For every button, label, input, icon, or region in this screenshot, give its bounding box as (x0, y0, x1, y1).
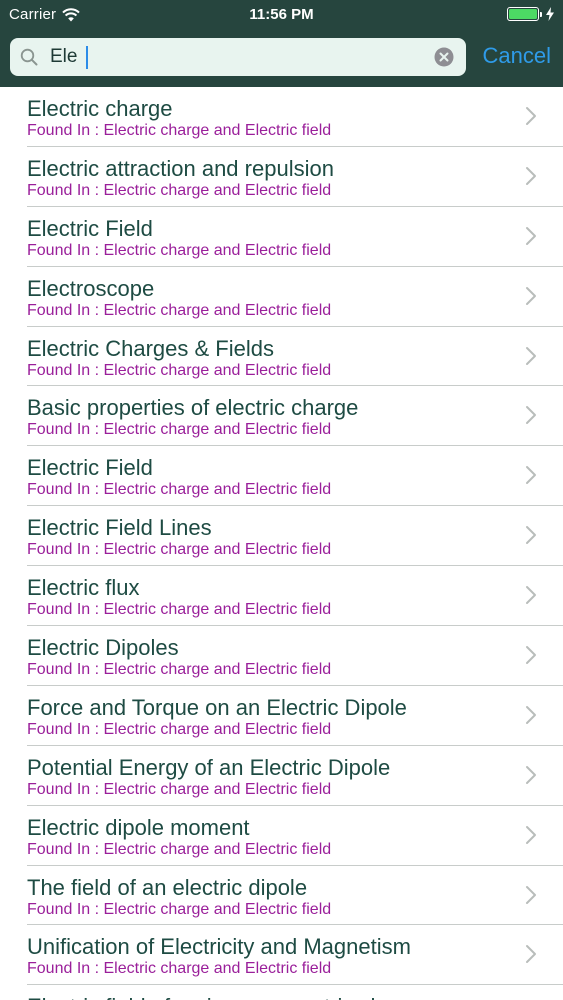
status-time: 11:56 PM (249, 6, 314, 23)
chevron-right-icon (526, 107, 536, 125)
result-row[interactable]: Electric Field Lines Found In : Electric … (27, 506, 563, 567)
result-row[interactable]: Basic properties of electric charge Found… (27, 386, 563, 447)
search-input[interactable] (50, 43, 430, 71)
result-subtitle: Found In : Electric charge and Electric … (27, 541, 332, 559)
result-title: Electric Field (27, 455, 153, 481)
chevron-right-icon (526, 226, 536, 245)
result-row[interactable]: The field of an electric dipole Found In … (27, 866, 563, 926)
result-subtitle: Found In : Electric charge and Electric … (27, 840, 332, 858)
result-subtitle: Found In : Electric charge and Electric … (27, 780, 332, 798)
battery (507, 7, 554, 21)
result-row[interactable]: Electric dipole moment Found In : Electri… (27, 806, 563, 866)
chevron-right-icon (526, 346, 536, 365)
result-row[interactable]: Electric Field Found In : Electric charge… (27, 446, 563, 507)
chevron-right-icon (526, 765, 536, 784)
result-subtitle: Found In : Electric charge and Electric … (27, 900, 332, 918)
result-subtitle: Found In : Electric charge and Electric … (27, 421, 332, 439)
chevron-right-icon (526, 286, 536, 305)
result-subtitle: Found In : Electric charge and Electric … (27, 601, 332, 619)
chevron-right-icon (526, 705, 536, 724)
result-row[interactable]: Electric charge Found In : Electric charg… (27, 87, 563, 147)
result-subtitle: Found In : Electric charge and Electric … (27, 241, 332, 259)
result-row[interactable]: Force and Torque on an Electric Dipole Fo… (27, 686, 563, 746)
header: Carrier 11:56 PM Ele Cancel (0, 0, 563, 87)
battery-level (509, 9, 537, 19)
chevron-right-icon (526, 166, 536, 185)
result-subtitle: Found In : Electric charge and Electric … (27, 181, 332, 199)
battery-icon (507, 7, 539, 21)
text-cursor (86, 46, 88, 69)
result-subtitle: Found In : Electric charge and Electric … (27, 122, 332, 139)
result-row[interactable]: Electric attraction and repulsion Found I… (27, 147, 563, 207)
result-title: Electric Field Lines (27, 515, 212, 541)
result-title: Electroscope (27, 275, 155, 301)
result-row[interactable]: Unification of Electricity and Magnetism… (27, 925, 563, 986)
result-row[interactable]: Electric flux Found In : Electric charge … (27, 566, 563, 627)
search-field[interactable] (10, 38, 466, 76)
result-title: Electric Field (27, 215, 153, 241)
result-subtitle: Found In : Electric charge and Electric … (27, 960, 332, 978)
chevron-right-icon (526, 945, 536, 964)
result-subtitle: Found In : Electric charge and Electric … (27, 301, 332, 319)
result-subtitle: Found In : Electric charge and Electric … (27, 481, 332, 499)
clear-icon[interactable] (434, 47, 454, 67)
result-title: Unification of Electricity and Magnetism (27, 934, 411, 960)
result-title: Potential Energy of an Electric Dipole (27, 754, 391, 780)
result-title: The field of an electric dipole (27, 874, 308, 900)
chevron-right-icon (526, 526, 536, 545)
chevron-right-icon (526, 825, 536, 844)
chevron-right-icon (526, 586, 536, 605)
chevron-right-icon (526, 406, 536, 425)
result-title: Electric attraction and repulsion (27, 155, 334, 181)
results-list: Electric charge Found In : Electric charg… (0, 87, 563, 1000)
result-title: Electric Charges & Fields (27, 335, 274, 361)
status-bar: Carrier 11:56 PM (0, 0, 563, 30)
result-title: Electric charge (27, 96, 173, 121)
result-title: Electric Dipoles (27, 635, 179, 661)
result-subtitle: Found In : Electric charge and Electric … (27, 661, 332, 679)
chevron-right-icon (526, 466, 536, 485)
search-bar: Cancel (0, 38, 563, 78)
result-row[interactable]: Potential Energy of an Electric Dipole Fo… (27, 746, 563, 806)
cancel-button[interactable]: Cancel (483, 43, 551, 69)
result-row[interactable]: Electric Dipoles Found In : Electric char… (27, 626, 563, 686)
charging-bolt-icon (546, 7, 554, 21)
result-title: Force and Torque on an Electric Dipole (27, 694, 407, 720)
battery-tip (540, 11, 542, 17)
result-title: Electric field of various symmetric char… (27, 994, 427, 1000)
result-title: Electric flux (27, 575, 140, 601)
result-title: Basic properties of electric charge (27, 395, 359, 421)
result-row[interactable]: Electric Charges & Fields Found In : Elec… (27, 327, 563, 387)
chevron-right-icon (526, 885, 536, 904)
search-screen: Carrier 11:56 PM Ele Cancel Electric cha… (0, 0, 563, 1000)
result-row[interactable]: Electroscope Found In : Electric charge a… (27, 267, 563, 327)
result-row[interactable]: Electric Field Found In : Electric charge… (27, 207, 563, 267)
result-title: Electric dipole moment (27, 814, 250, 840)
search-icon (20, 48, 38, 66)
result-row[interactable]: Electric field of various symmetric char… (27, 985, 563, 1000)
result-subtitle: Found In : Electric charge and Electric … (27, 720, 332, 738)
chevron-right-icon (526, 646, 536, 665)
result-subtitle: Found In : Electric charge and Electric … (27, 361, 332, 379)
